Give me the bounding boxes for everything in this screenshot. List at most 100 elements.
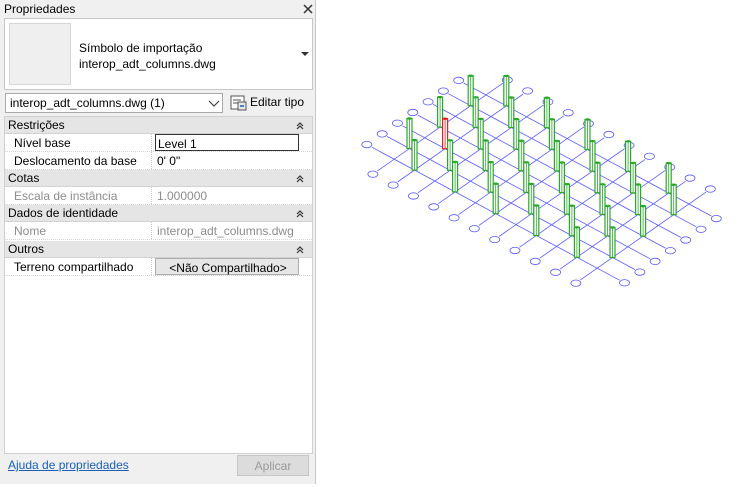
column-top	[473, 96, 479, 99]
model-viewport[interactable]	[316, 0, 749, 484]
grid-bubble	[684, 174, 696, 182]
column-top	[635, 183, 641, 186]
column-top	[488, 160, 494, 164]
panel-title: Propriedades	[4, 2, 76, 16]
column-top	[630, 161, 636, 165]
column-top	[528, 182, 534, 186]
edit-type-icon	[230, 94, 247, 114]
category-label: Cotas	[8, 171, 40, 185]
column-top	[600, 183, 605, 186]
grid-bubble	[367, 170, 379, 178]
edit-type-button[interactable]: Editar tipo	[228, 92, 310, 114]
instance-selector-value: interop_adt_columns.dwg (1)	[10, 96, 165, 110]
instance-selector[interactable]: interop_adt_columns.dwg (1)	[5, 93, 223, 113]
property-name: Deslocamento da base	[14, 154, 137, 168]
type-selector[interactable]: Símbolo de importação interop_adt_column…	[4, 18, 313, 90]
column-top	[671, 183, 677, 186]
chevron-down-icon	[208, 98, 220, 112]
grid-bubble	[710, 214, 722, 223]
column-top	[625, 140, 631, 143]
column-top	[508, 96, 514, 99]
terreno-button[interactable]: <Não Compartilhado>	[155, 258, 299, 275]
property-row: Nível base Level 1	[5, 134, 312, 152]
close-icon[interactable]	[300, 0, 316, 18]
grid-bubble	[408, 192, 419, 200]
category-dados-identidade[interactable]: Dados de identidade	[5, 205, 312, 222]
category-label: Dados de identidade	[8, 206, 119, 220]
grid-bubble	[428, 203, 440, 211]
column-top	[478, 117, 484, 121]
dropdown-arrow-icon[interactable]	[299, 47, 311, 61]
column-top	[503, 74, 509, 78]
column-top	[468, 74, 474, 77]
column-top	[442, 117, 448, 120]
grid-bubble	[680, 236, 692, 244]
grid-bubble	[695, 225, 707, 233]
property-row: Escala de instância 1.000000	[5, 187, 312, 205]
category-outros[interactable]: Outros	[5, 241, 312, 258]
grid-bubble	[361, 141, 373, 149]
escala-field: 1.000000	[157, 189, 208, 203]
apply-button[interactable]: Aplicar	[237, 455, 309, 476]
column-top	[564, 182, 570, 186]
column-top	[595, 161, 600, 164]
type-family: Símbolo de importação	[79, 41, 203, 55]
column-top	[523, 161, 529, 164]
collapse-icon[interactable]	[295, 244, 305, 258]
category-label: Outros	[8, 242, 45, 256]
grid-bubble	[392, 119, 403, 127]
collapse-icon[interactable]	[295, 208, 305, 222]
category-label: Restrições	[8, 118, 65, 132]
column-top	[559, 161, 565, 164]
nivel-base-field[interactable]: Level 1	[155, 134, 299, 151]
column-top	[544, 96, 550, 99]
grid-bubble	[509, 246, 521, 255]
grid-model-drawing	[361, 74, 722, 287]
grid-bubble	[407, 108, 419, 117]
category-restricoes[interactable]: Restrições	[5, 117, 312, 134]
grid-bubble	[704, 185, 716, 193]
category-cotas[interactable]: Cotas	[5, 170, 312, 187]
collapse-icon[interactable]	[295, 120, 305, 134]
column-top	[412, 138, 417, 142]
properties-grid: Restrições Nível base Level 1 Deslocamen…	[4, 116, 313, 454]
grid-bubble	[665, 247, 676, 255]
grid-bubble	[437, 87, 449, 95]
property-row: Terreno compartilhado <Não Compartilhado…	[5, 258, 312, 276]
grid-bubble	[570, 279, 582, 287]
grid-bubble	[522, 87, 534, 95]
property-name: Escala de instância	[14, 189, 118, 203]
type-name: interop_adt_columns.dwg	[79, 57, 216, 71]
edit-type-label: Editar tipo	[250, 95, 305, 109]
panel-titlebar: Propriedades	[0, 0, 316, 18]
column-top	[605, 204, 610, 208]
help-link[interactable]: Ajuda de propriedades	[8, 458, 129, 472]
column-top	[549, 118, 555, 121]
grid-bubble	[387, 181, 399, 189]
property-name: Terreno compartilhado	[14, 260, 134, 274]
column-top	[452, 160, 458, 164]
grid-bubble	[562, 109, 574, 117]
column-top	[513, 117, 519, 121]
collapse-icon[interactable]	[295, 173, 305, 187]
grid-bubble	[376, 130, 388, 138]
properties-panel: Propriedades Símbolo de importação inter…	[0, 0, 316, 484]
column-top	[610, 226, 615, 229]
column-top	[554, 139, 560, 143]
grid-bubble	[649, 257, 661, 265]
column-top	[590, 139, 595, 143]
column-top	[483, 139, 489, 142]
property-name: Nome	[14, 224, 47, 238]
grid-bubble	[468, 225, 480, 233]
grid-bubble	[603, 130, 615, 139]
grid-bubble	[448, 214, 460, 222]
column-top	[585, 118, 590, 121]
grid-bubble	[644, 152, 655, 160]
column-top	[569, 204, 575, 207]
type-thumbnail	[9, 23, 71, 85]
grid-bubble	[422, 98, 434, 106]
column-top	[447, 139, 453, 142]
column-top	[533, 204, 539, 207]
grid-bubble	[634, 268, 646, 276]
deslocamento-field[interactable]: 0' 0"	[155, 152, 299, 169]
